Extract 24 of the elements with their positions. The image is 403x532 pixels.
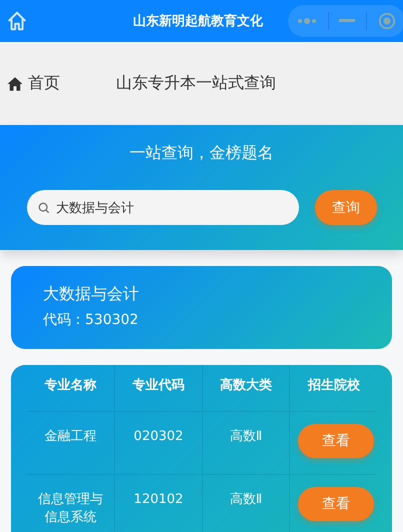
table-cell: 高数Ⅱ [203,412,290,474]
home-icon[interactable] [6,74,24,92]
view-button[interactable]: 查看 [298,424,374,458]
slogan: 一站查询，金榜题名 [128,142,274,164]
column-header: 高数大类 [203,365,290,411]
page-title: 山东专升本一站式查询 [116,73,276,94]
minimize-icon[interactable] [339,19,356,23]
table-cell: 020302 [115,412,203,474]
major-name: 大数据与会计 [43,284,140,305]
home-link[interactable]: 首页 [28,73,60,94]
search-field[interactable]: 大数据与会计 [27,190,299,225]
table-cell: 120102 [115,475,203,532]
search-button[interactable]: 查询 [315,190,377,225]
major-code: 代码：530302 [43,311,140,329]
view-button[interactable]: 查看 [298,487,374,521]
table-cell: 信息管理与信息系统 [27,475,115,532]
column-header: 专业名称 [27,365,115,411]
column-header: 专业代码 [115,365,203,411]
more-icon[interactable] [297,17,318,25]
column-header: 招生院校 [306,376,361,395]
table-cell: 高数Ⅱ [203,475,290,532]
table-cell: 金融工程 [27,412,115,474]
search-icon [38,202,50,214]
window-title: 山东新明起航教育文化 [133,12,263,30]
